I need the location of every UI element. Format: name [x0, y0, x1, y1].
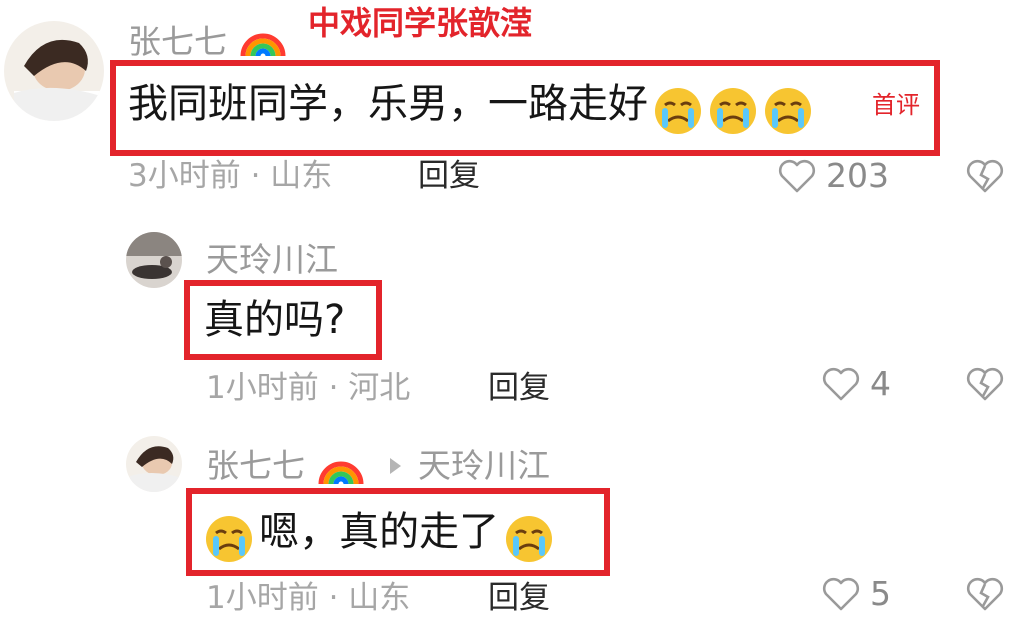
comment-author[interactable]: 张七七 — [206, 446, 305, 486]
rainbow-icon — [318, 446, 364, 486]
reply-arrow-icon — [386, 456, 404, 476]
crying-emoji-icon — [204, 514, 254, 568]
like-count: 203 — [826, 156, 889, 195]
comment-body: 嗯，真的走了 — [204, 504, 554, 562]
comment-text: 我同班同学，乐男，一路走好 — [128, 81, 648, 127]
comment-meta: 1小时前 · 河北 — [206, 370, 411, 406]
comment-meta: 1小时前 · 山东 — [206, 580, 411, 616]
crying-emoji-icon — [763, 86, 813, 140]
avatar-zhangqiqi[interactable] — [126, 436, 182, 492]
crying-emoji-icon — [504, 514, 554, 568]
comment-body: 我同班同学，乐男，一路走好 — [128, 76, 813, 134]
heart-icon[interactable] — [778, 158, 816, 194]
crying-emoji-icon — [653, 86, 703, 140]
comment-text: 真的吗? — [204, 297, 346, 343]
like-count: 4 — [870, 364, 891, 403]
reply-target-user[interactable]: 天玲川江 — [418, 446, 550, 486]
heart-icon[interactable] — [822, 366, 860, 402]
broken-heart-icon[interactable] — [966, 576, 1004, 612]
comment-text: 嗯，真的走了 — [259, 509, 500, 555]
broken-heart-icon[interactable] — [966, 366, 1004, 402]
comment-meta: 3小时前 · 山东 — [128, 158, 333, 194]
like-count: 5 — [870, 574, 891, 613]
reply-button[interactable]: 回复 — [418, 156, 480, 196]
heart-icon[interactable] — [822, 576, 860, 612]
annotation-caption: 中戏同学张歆滢 — [308, 4, 533, 42]
reply-button[interactable]: 回复 — [488, 368, 550, 408]
comment-author[interactable]: 天玲川江 — [206, 240, 338, 280]
avatar-zhangqiqi[interactable] — [4, 21, 104, 121]
broken-heart-icon[interactable] — [966, 158, 1004, 194]
first-comment-badge: 首评 — [872, 91, 920, 119]
crying-emoji-icon — [708, 86, 758, 140]
comment-author[interactable]: 张七七 — [128, 22, 227, 62]
avatar-tianlingchuanjiang[interactable] — [126, 232, 182, 288]
reply-button[interactable]: 回复 — [488, 578, 550, 618]
rainbow-icon — [240, 18, 286, 58]
